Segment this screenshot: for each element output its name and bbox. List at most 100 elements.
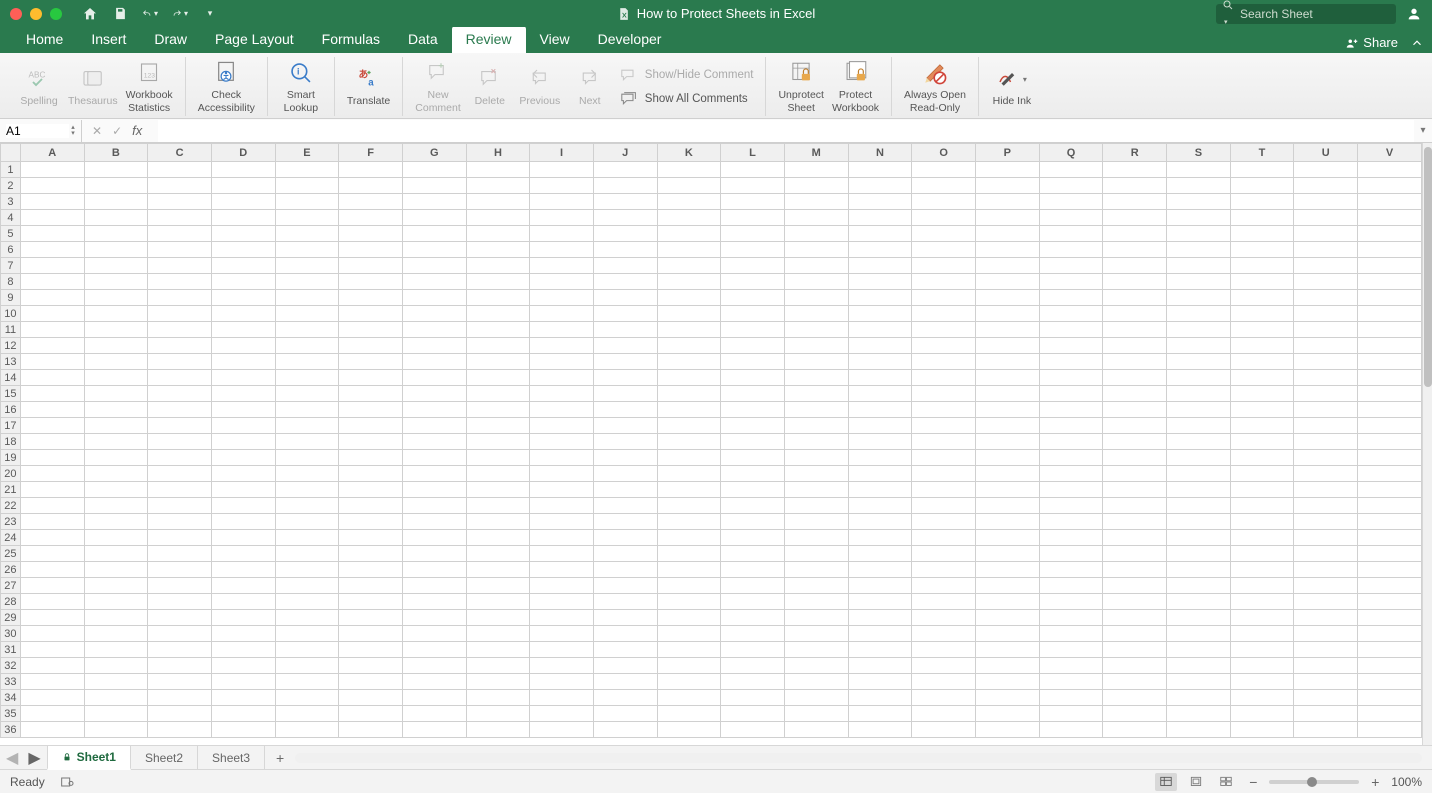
cell[interactable] [657,338,721,354]
column-header[interactable]: K [657,144,721,162]
cell[interactable] [912,530,976,546]
cell[interactable] [1167,178,1231,194]
cell[interactable] [466,258,530,274]
column-header[interactable]: R [1103,144,1167,162]
cell[interactable] [1358,706,1422,722]
cell[interactable] [657,706,721,722]
row-header[interactable]: 8 [1,274,21,290]
cell[interactable] [20,402,84,418]
cell[interactable] [1294,562,1358,578]
cell[interactable] [275,418,339,434]
cell[interactable] [593,274,657,290]
cell[interactable] [975,642,1039,658]
cell[interactable] [84,434,148,450]
cell[interactable] [402,514,466,530]
cell[interactable] [1039,370,1103,386]
cell[interactable] [20,370,84,386]
cell[interactable] [1167,482,1231,498]
cell[interactable] [148,722,212,738]
cell[interactable] [1167,194,1231,210]
cell[interactable] [211,674,275,690]
cell[interactable] [593,722,657,738]
qat-overflow-icon[interactable]: ▾ [202,6,218,22]
cell[interactable] [1103,162,1167,178]
cell[interactable] [784,434,848,450]
cell[interactable] [1167,306,1231,322]
cell[interactable] [1230,674,1294,690]
cell[interactable] [1294,402,1358,418]
cell[interactable] [339,594,403,610]
cell[interactable] [975,418,1039,434]
cell[interactable] [530,578,594,594]
cell[interactable] [1167,226,1231,242]
cell[interactable] [848,610,912,626]
cell[interactable] [20,242,84,258]
cell[interactable] [275,706,339,722]
cell[interactable] [20,706,84,722]
column-header[interactable]: L [721,144,785,162]
cell[interactable] [1039,466,1103,482]
cell[interactable] [721,242,785,258]
cell[interactable] [1167,466,1231,482]
formula-input[interactable] [158,120,1414,142]
cell[interactable] [402,322,466,338]
cell[interactable] [975,338,1039,354]
cell[interactable] [84,242,148,258]
tab-home[interactable]: Home [12,26,77,53]
cell[interactable] [1294,370,1358,386]
cell[interactable] [466,530,530,546]
undo-icon[interactable]: ▾ [142,6,158,22]
cell[interactable] [20,290,84,306]
cell[interactable] [402,338,466,354]
cell[interactable] [148,258,212,274]
cell[interactable] [211,178,275,194]
cell[interactable] [593,306,657,322]
cell[interactable] [912,274,976,290]
cell[interactable] [20,162,84,178]
cell[interactable] [20,674,84,690]
cell[interactable] [339,450,403,466]
cell[interactable] [339,578,403,594]
cell[interactable] [1230,690,1294,706]
cell[interactable] [1294,226,1358,242]
column-header[interactable]: F [339,144,403,162]
cell[interactable] [275,562,339,578]
cell[interactable] [84,274,148,290]
cell[interactable] [211,402,275,418]
cell[interactable] [466,418,530,434]
cell[interactable] [20,274,84,290]
cell[interactable] [402,626,466,642]
cell[interactable] [1294,626,1358,642]
cell[interactable] [84,498,148,514]
cell[interactable] [466,546,530,562]
cell[interactable] [1294,162,1358,178]
row-header[interactable]: 21 [1,482,21,498]
cell[interactable] [1167,546,1231,562]
cell[interactable] [1167,274,1231,290]
cell[interactable] [1358,546,1422,562]
show-all-comments-button[interactable]: Show All Comments [615,88,758,110]
cell[interactable] [211,722,275,738]
cell[interactable] [402,722,466,738]
cell[interactable] [148,338,212,354]
cell[interactable] [975,482,1039,498]
column-header[interactable]: J [593,144,657,162]
cell[interactable] [1230,242,1294,258]
page-break-view-button[interactable] [1215,773,1237,791]
cell[interactable] [912,642,976,658]
cell[interactable] [784,290,848,306]
cell[interactable] [20,578,84,594]
cell[interactable] [848,530,912,546]
thesaurus-button[interactable]: Thesaurus [64,63,122,109]
cell[interactable] [275,306,339,322]
cell[interactable] [912,562,976,578]
cell[interactable] [402,578,466,594]
cell[interactable] [784,322,848,338]
cell[interactable] [848,642,912,658]
cell[interactable] [402,658,466,674]
cell[interactable] [275,514,339,530]
zoom-slider[interactable] [1269,780,1359,784]
tab-formulas[interactable]: Formulas [308,26,394,53]
cell[interactable] [784,386,848,402]
cell[interactable] [1294,194,1358,210]
